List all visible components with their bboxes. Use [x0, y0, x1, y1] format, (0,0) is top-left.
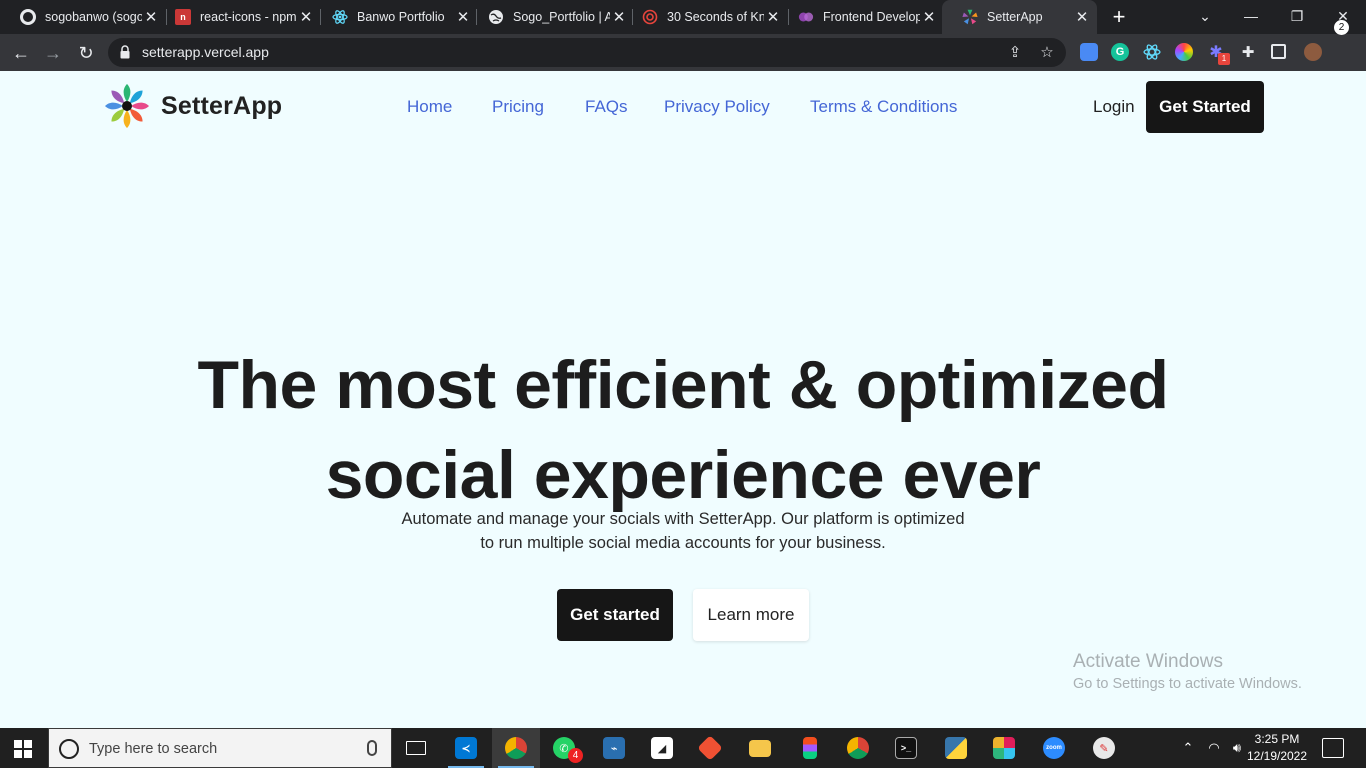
clock-date: 12/19/2022 [1246, 749, 1308, 763]
avatar[interactable] [1304, 43, 1322, 61]
search-placeholder: Type here to search [89, 741, 218, 757]
windows-taskbar: Type here to search ≺ ✆ 4 ⌁ ◢ >_ zoom ✎ ⌃… [0, 728, 1366, 768]
mysql-workbench-icon[interactable]: ⌁ [590, 728, 638, 768]
notification-center-icon[interactable] [1322, 738, 1344, 758]
share-icon[interactable]: ⇪ [1006, 44, 1024, 62]
spiral-icon [642, 9, 658, 25]
browser-tab-active[interactable]: SetterApp ✕ [942, 0, 1097, 34]
restore-icon[interactable]: ❐ [1274, 0, 1320, 32]
back-icon[interactable]: ← [8, 40, 34, 66]
taskbar-search[interactable]: Type here to search [48, 728, 392, 768]
paint-icon[interactable]: ✎ [1080, 728, 1128, 768]
cortana-icon [59, 739, 79, 759]
vscode-icon[interactable]: ≺ [442, 728, 490, 768]
tab-title: SetterApp [987, 10, 1043, 24]
zoom-icon[interactable]: zoom [1030, 728, 1078, 768]
address-bar[interactable]: setterapp.vercel.app ⇪ ☆ [108, 38, 1066, 67]
url-text: setterapp.vercel.app [142, 44, 269, 60]
side-panel-icon[interactable] [1271, 44, 1286, 59]
login-link[interactable]: Login [1093, 97, 1135, 117]
git-icon[interactable] [686, 728, 734, 768]
nav-terms-conditions[interactable]: Terms & Conditions [810, 97, 957, 117]
hero-subtitle: Automate and manage your socials with Se… [0, 507, 1366, 555]
clock-time: 3:25 PM [1254, 732, 1300, 746]
tab-title: Banwo Portfolio [357, 10, 445, 24]
tray-chevron-icon[interactable]: ⌃ [1178, 728, 1198, 768]
nav-home[interactable]: Home [407, 97, 452, 117]
npm-icon: n [175, 9, 191, 25]
new-tab-button[interactable]: + [1108, 4, 1130, 30]
setterapp-logo-icon [105, 84, 149, 128]
puzzle-icon[interactable]: ✚ [1239, 43, 1257, 61]
tab-title: sogobanwo (sogo [45, 10, 142, 24]
hero-title: The most efficient & optimized social ex… [0, 340, 1366, 520]
browser-tab[interactable]: n react-icons - npm ✕ [155, 0, 321, 34]
chrome-profile-icon[interactable] [834, 728, 882, 768]
grammarly-icon[interactable]: G [1111, 43, 1129, 61]
brand-name: SetterApp [161, 91, 283, 120]
bookmark-star-icon[interactable]: ☆ [1038, 44, 1056, 62]
browser-toolbar: ← → ↻ setterapp.vercel.app ⇪ ☆ G ✱ ✚ [0, 34, 1366, 71]
site-header: SetterApp Home Pricing FAQs Privacy Poli… [0, 71, 1366, 143]
docs-extension-icon[interactable] [1080, 43, 1098, 61]
file-explorer-icon[interactable] [736, 728, 784, 768]
notification-badge: 2 [1334, 20, 1349, 35]
minimize-icon[interactable]: — [1228, 0, 1274, 32]
learn-more-button[interactable]: Learn more [693, 589, 809, 641]
react-devtools-icon[interactable] [1143, 43, 1161, 61]
volume-icon[interactable]: 🔊︎ [1226, 728, 1248, 768]
whatsapp-badge: 4 [568, 748, 583, 763]
system-clock[interactable]: 3:25 PM 12/19/2022 [1246, 731, 1308, 765]
task-view-icon[interactable] [392, 728, 440, 768]
close-tab-icon[interactable]: ✕ [920, 8, 938, 26]
python-icon[interactable] [932, 728, 980, 768]
sticky-notes-icon[interactable]: ◢ [638, 728, 686, 768]
tab-title: Frontend Develop [823, 10, 920, 24]
setterapp-icon [962, 9, 978, 25]
hero-subtitle-line-1: Automate and manage your socials with Se… [401, 510, 965, 528]
hero-subtitle-line-2: to run multiple social media accounts fo… [480, 534, 886, 552]
extension-badge: 1 [1218, 53, 1230, 65]
figma-icon[interactable] [786, 728, 834, 768]
globe-icon [488, 9, 504, 25]
wifi-icon[interactable]: ◠ [1203, 728, 1225, 768]
lock-icon [120, 45, 130, 59]
browser-tab[interactable]: Frontend Develop ✕ [778, 0, 944, 34]
nav-privacy-policy[interactable]: Privacy Policy [664, 97, 770, 117]
hero-title-line-1: The most efficient & optimized [197, 347, 1169, 423]
activate-windows-subtitle: Go to Settings to activate Windows. [1073, 676, 1302, 692]
hero-title-line-2: social experience ever [325, 437, 1041, 513]
brand-logo[interactable]: SetterApp [104, 83, 282, 129]
nav-faqs[interactable]: FAQs [585, 97, 628, 117]
nav-pricing[interactable]: Pricing [492, 97, 544, 117]
tab-title: react-icons - npm [200, 10, 297, 24]
color-picker-icon[interactable] [1175, 43, 1193, 61]
reload-icon[interactable]: ↻ [73, 40, 99, 66]
browser-tab[interactable]: Sogo_Portfolio | A ✕ [468, 0, 634, 34]
close-tab-icon[interactable]: ✕ [1073, 8, 1091, 26]
circles-icon [798, 9, 814, 25]
browser-tab[interactable]: 30 Seconds of Kn ✕ [622, 0, 788, 34]
chrome-icon[interactable] [492, 728, 540, 768]
get-started-header-button[interactable]: Get Started [1146, 81, 1264, 133]
github-icon [20, 9, 36, 25]
windows-start-icon[interactable] [14, 740, 32, 758]
whatsapp-icon[interactable]: ✆ 4 [540, 728, 588, 768]
tab-title: Sogo_Portfolio | A [513, 10, 610, 24]
terminal-icon[interactable]: >_ [882, 728, 930, 768]
tab-search-icon[interactable]: ⌄ [1182, 0, 1228, 32]
get-started-button[interactable]: Get started [557, 589, 673, 641]
browser-tab-strip: sogobanwo (sogo ✕ n react-icons - npm ✕ … [0, 0, 1366, 34]
slack-icon[interactable] [980, 728, 1028, 768]
activate-windows-title: Activate Windows [1073, 651, 1223, 672]
microphone-icon[interactable] [367, 740, 377, 756]
forward-icon[interactable]: → [40, 40, 66, 66]
browser-tab[interactable]: sogobanwo (sogo ✕ [0, 0, 166, 34]
tab-title: 30 Seconds of Kn [667, 10, 764, 24]
react-icon [332, 9, 348, 25]
browser-tab[interactable]: Banwo Portfolio ✕ [312, 0, 478, 34]
